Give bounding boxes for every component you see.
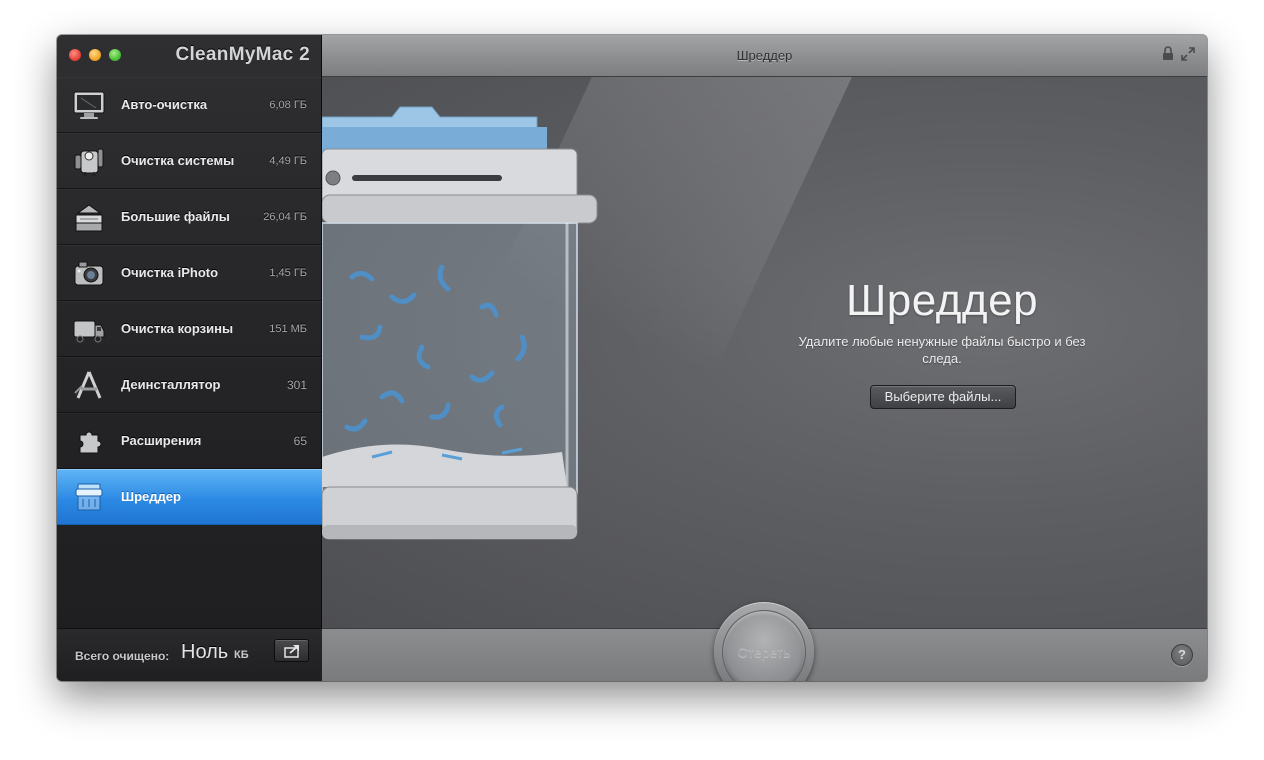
sidebar-item-label: Шреддер: [121, 489, 181, 504]
shredder-icon: [75, 483, 103, 511]
window-title: Шреддер: [736, 48, 793, 63]
minimize-window-button[interactable]: [89, 49, 101, 61]
camera-icon: [74, 261, 104, 286]
sidebar-item-shredder[interactable]: Шреддер: [57, 469, 322, 525]
sidebar-item-label: Деинсталлятор: [121, 377, 221, 392]
sidebar-item-large-files[interactable]: Большие файлы 26,04 ГБ: [57, 189, 322, 245]
close-window-button[interactable]: [69, 49, 81, 61]
uninstaller-icon: [74, 371, 102, 399]
sidebar-item-value: 1,45 ГБ: [269, 267, 307, 279]
help-button[interactable]: ?: [1171, 644, 1193, 666]
sidebar-item-auto-cleanup[interactable]: Авто-очистка 6,08 ГБ: [57, 77, 322, 133]
sidebar-item-label: Очистка системы: [121, 153, 235, 168]
sidebar-item-iphoto-cleanup[interactable]: Очистка iPhoto 1,45 ГБ: [57, 245, 322, 301]
total-cleaned-unit: КБ: [234, 649, 249, 661]
garbage-truck-icon: [73, 320, 105, 343]
total-cleaned-label: Всего очищено:: [75, 649, 170, 663]
zoom-window-button[interactable]: [109, 49, 121, 61]
system-cleanup-icon: [74, 148, 104, 176]
sidebar-header: CleanMyMac 2: [57, 35, 322, 77]
sidebar-footer: Всего очищено: Ноль КБ: [57, 628, 322, 681]
main-panel: Шреддер Шреддер Удалите любые ненужные ф…: [322, 35, 1207, 681]
sidebar-item-trash-cleanup[interactable]: Очистка корзины 151 МБ: [57, 301, 322, 357]
sidebar-item-value: 4,49 ГБ: [269, 155, 307, 167]
sidebar: CleanMyMac 2 Авто-очистка 6,08 ГБ Очистк…: [57, 35, 322, 681]
sidebar-item-label: Большие файлы: [121, 209, 230, 224]
lock-icon[interactable]: [1162, 46, 1174, 61]
hero-subtitle: Удалите любые ненужные файлы быстро и бе…: [798, 334, 1086, 366]
sidebar-item-label: Очистка iPhoto: [121, 265, 219, 280]
choose-files-button[interactable]: Выберите файлы...: [870, 385, 1016, 409]
sidebar-item-value: 6,08 ГБ: [269, 99, 307, 111]
share-icon: [284, 645, 299, 658]
hero-title: Шреддер: [845, 276, 1039, 325]
titlebar: Шреддер: [322, 35, 1207, 77]
share-button[interactable]: [274, 639, 309, 662]
sidebar-item-value: 26,04 ГБ: [263, 211, 307, 223]
sidebar-item-value: 65: [293, 434, 307, 448]
fullscreen-icon[interactable]: [1181, 47, 1195, 61]
app-window: CleanMyMac 2 Авто-очистка 6,08 ГБ Очистк…: [57, 35, 1207, 681]
sidebar-item-label: Авто-очистка: [121, 97, 208, 112]
monitor-icon: [73, 91, 105, 119]
shredder-illustration: [322, 106, 598, 540]
sidebar-item-extensions[interactable]: Расширения 65: [57, 413, 322, 469]
sidebar-item-label: Очистка корзины: [121, 321, 234, 336]
total-cleaned-value: Ноль: [181, 641, 229, 663]
sidebar-nav: Авто-очистка 6,08 ГБ Очистка системы 4,4…: [57, 77, 322, 525]
large-files-icon: [75, 204, 103, 232]
app-title: CleanMyMac 2: [175, 44, 310, 65]
sidebar-item-uninstaller[interactable]: Деинсталлятор 301: [57, 357, 322, 413]
sidebar-item-value: 151 МБ: [269, 323, 307, 335]
sidebar-item-label: Расширения: [121, 433, 202, 448]
puzzle-icon: [79, 431, 102, 454]
content-area: Шреддер Удалите любые ненужные файлы быс…: [322, 77, 1207, 628]
sidebar-item-value: 301: [286, 378, 307, 392]
sidebar-item-system-cleanup[interactable]: Очистка системы 4,49 ГБ: [57, 133, 322, 189]
